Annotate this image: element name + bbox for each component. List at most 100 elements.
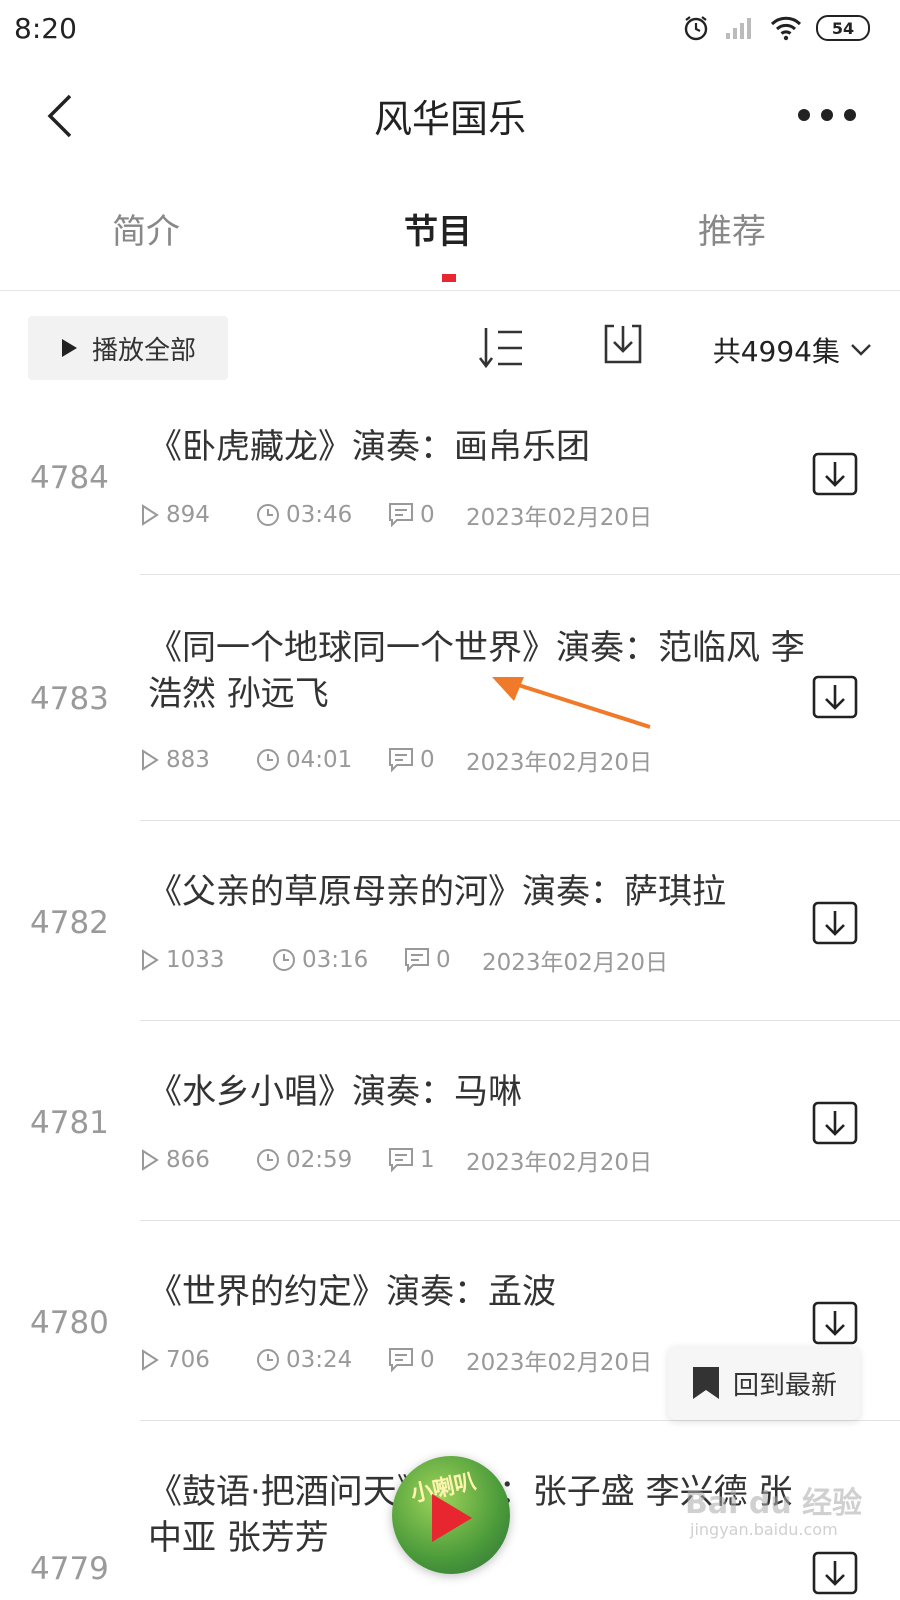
episode-title: 《同一个地球同一个世界》演奏：范临风 李浩然 孙远飞 [148,628,805,714]
play-count-icon [142,504,159,526]
bookmark-icon [692,1367,719,1399]
play-count-icon [142,1349,159,1371]
download-icon [812,675,858,719]
tab-recommend[interactable]: 推荐 [698,204,766,253]
comment-count: 0 [436,947,451,973]
download-button[interactable] [812,901,858,945]
download-icon [812,901,858,945]
episode-title: 《水乡小唱》演奏：马啉 [148,1072,522,1112]
duration: 03:24 [286,1347,353,1373]
download-icon [812,1301,858,1345]
tab-bar: 简介 节目 推荐 [0,170,900,291]
episode-item[interactable]: 4781 《水乡小唱》演奏：马啉 866 02:59 1 2023年02月20日 [0,1021,900,1221]
publish-date: 2023年02月20日 [466,1350,653,1376]
episode-number: 4780 [30,1305,109,1341]
battery-icon: 54 [816,15,870,41]
episode-count: 共4994集 [712,335,840,368]
page-title: 风华国乐 [373,97,526,141]
battery-level: 54 [831,18,855,38]
comment-count: 0 [420,747,435,773]
tab-intro[interactable]: 简介 [112,204,180,253]
clock-icon [257,504,279,526]
episode-title: 《世界的约定》演奏：孟波 [148,1272,556,1312]
episode-meta: 883 04:01 0 2023年02月20日 [140,743,652,777]
top-bar: 风华国乐 [0,60,900,170]
back-to-latest-label: 回到最新 [732,1370,837,1401]
play-icon [61,339,77,357]
episode-item[interactable]: 4783 《同一个地球同一个世界》演奏：范临风 李浩然 孙远飞 883 04:0… [0,575,900,820]
signal-icon [726,18,751,39]
episode-item[interactable]: 4784 《卧虎藏龙》演奏：画帛乐团 894 03:46 0 2023年02月2… [0,400,900,575]
status-time: 8:20 [14,12,77,45]
clock-icon [257,1349,279,1371]
watermark: Bai du 经验 [685,1486,863,1521]
comment-icon [389,1148,413,1173]
publish-date: 2023年02月20日 [482,950,669,976]
play-count-icon [142,749,159,771]
comment-count: 0 [420,502,435,528]
download-button[interactable] [812,1301,858,1345]
download-icon [812,452,858,496]
download-icon [812,1551,858,1595]
mini-player[interactable]: 小喇叭 [392,1456,510,1574]
download-button[interactable] [812,675,858,719]
status-bar: 8:20 54 [0,0,900,60]
play-icon [432,1494,472,1542]
status-icons: 54 [682,14,870,42]
episode-number: 4779 [30,1551,109,1587]
play-all-label: 播放全部 [91,335,196,366]
duration: 03:46 [286,502,353,528]
active-tab-indicator [442,274,456,282]
episode-meta: 706 03:24 0 2023年02月20日 [140,1343,652,1377]
download-icon [812,1101,858,1145]
episode-count-selector[interactable]: 共4994集 [713,330,872,370]
episode-number: 4783 [30,681,109,717]
duration: 02:59 [286,1147,353,1173]
duration: 04:01 [286,747,353,773]
batch-download-button[interactable] [600,322,646,368]
download-button[interactable] [812,452,858,496]
download-icon [604,324,642,364]
comment-icon [405,948,429,973]
alarm-icon [684,16,708,41]
play-count: 883 [166,747,210,773]
comment-icon [389,748,413,773]
episode-number: 4784 [30,460,109,496]
back-to-latest-button[interactable]: 回到最新 [668,1346,860,1420]
tab-programs[interactable]: 节目 [404,204,472,253]
wifi-icon [770,16,802,41]
episode-title: 《父亲的草原母亲的河》演奏：萨琪拉 [148,872,726,912]
publish-date: 2023年02月20日 [466,1150,653,1176]
publish-date: 2023年02月20日 [466,505,653,531]
episode-item[interactable]: 4782 《父亲的草原母亲的河》演奏：萨琪拉 1033 03:16 0 2023… [0,821,900,1021]
play-count: 894 [166,502,210,528]
episode-meta: 894 03:46 0 2023年02月20日 [140,498,652,532]
play-count: 1033 [166,947,225,973]
play-count: 866 [166,1147,210,1173]
download-button[interactable] [812,1551,858,1595]
episode-number: 4782 [30,905,109,941]
episode-title: 《卧虎藏龙》演奏：画帛乐团 [148,427,590,467]
play-count-icon [142,949,159,971]
episode-meta: 866 02:59 1 2023年02月20日 [140,1143,652,1177]
annotation-arrow-icon [492,677,651,729]
comment-count: 0 [420,1347,435,1373]
sort-icon [478,328,522,369]
sort-button[interactable] [478,324,528,372]
comment-icon [389,503,413,528]
play-count-icon [142,1149,159,1171]
play-count: 706 [166,1347,210,1373]
more-dots-icon [798,109,856,121]
more-button[interactable] [792,100,862,130]
publish-date: 2023年02月20日 [466,750,653,776]
download-button[interactable] [812,1101,858,1145]
episode-meta: 1033 03:16 0 2023年02月20日 [140,943,668,977]
episode-number: 4781 [30,1105,109,1141]
clock-icon [257,1149,279,1171]
comment-icon [389,1348,413,1373]
clock-icon [273,949,295,971]
list-toolbar: 播放全部 共4994集 [0,300,900,390]
play-all-button[interactable]: 播放全部 [28,316,228,380]
watermark-url: jingyan.baidu.com [690,1520,838,1539]
duration: 03:16 [302,947,369,973]
